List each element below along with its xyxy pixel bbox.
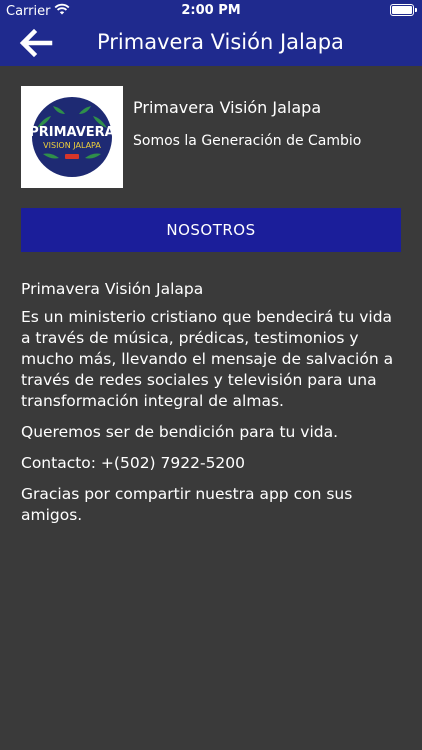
app-name: Primavera Visión Jalapa	[133, 98, 322, 117]
app-tagline: Somos la Generación de Cambio	[133, 133, 362, 149]
back-button[interactable]	[18, 27, 54, 59]
logo-text-secondary: VISION JALAPA	[43, 141, 101, 150]
back-arrow-icon	[19, 28, 53, 58]
logo-text-primary: PRIMAVERA	[29, 125, 115, 140]
app-logo: PRIMAVERA VISION JALAPA	[21, 86, 123, 188]
about-content: Primavera Visión Jalapa Es un ministerio…	[21, 279, 406, 536]
tab-nosotros[interactable]: NOSOTROS	[21, 208, 401, 252]
contact-text: Contacto: +(502) 7922-5200	[21, 454, 246, 472]
battery-icon	[390, 4, 417, 16]
page-title: Primavera Visión Jalapa	[97, 30, 344, 54]
content-paragraph: Queremos ser de bendición para tu vida.	[21, 423, 339, 441]
content-paragraph: Es un ministerio cristiano que bendecirá…	[21, 308, 394, 410]
content-heading: Primavera Visión Jalapa	[21, 280, 204, 298]
closing-text: Gracias por compartir nuestra app con su…	[21, 485, 353, 524]
navigation-bar: Primavera Visión Jalapa	[0, 20, 422, 66]
tab-label: NOSOTROS	[166, 221, 256, 239]
status-time: 2:00 PM	[181, 3, 241, 18]
status-bar: Carrier 2:00 PM	[0, 0, 422, 20]
